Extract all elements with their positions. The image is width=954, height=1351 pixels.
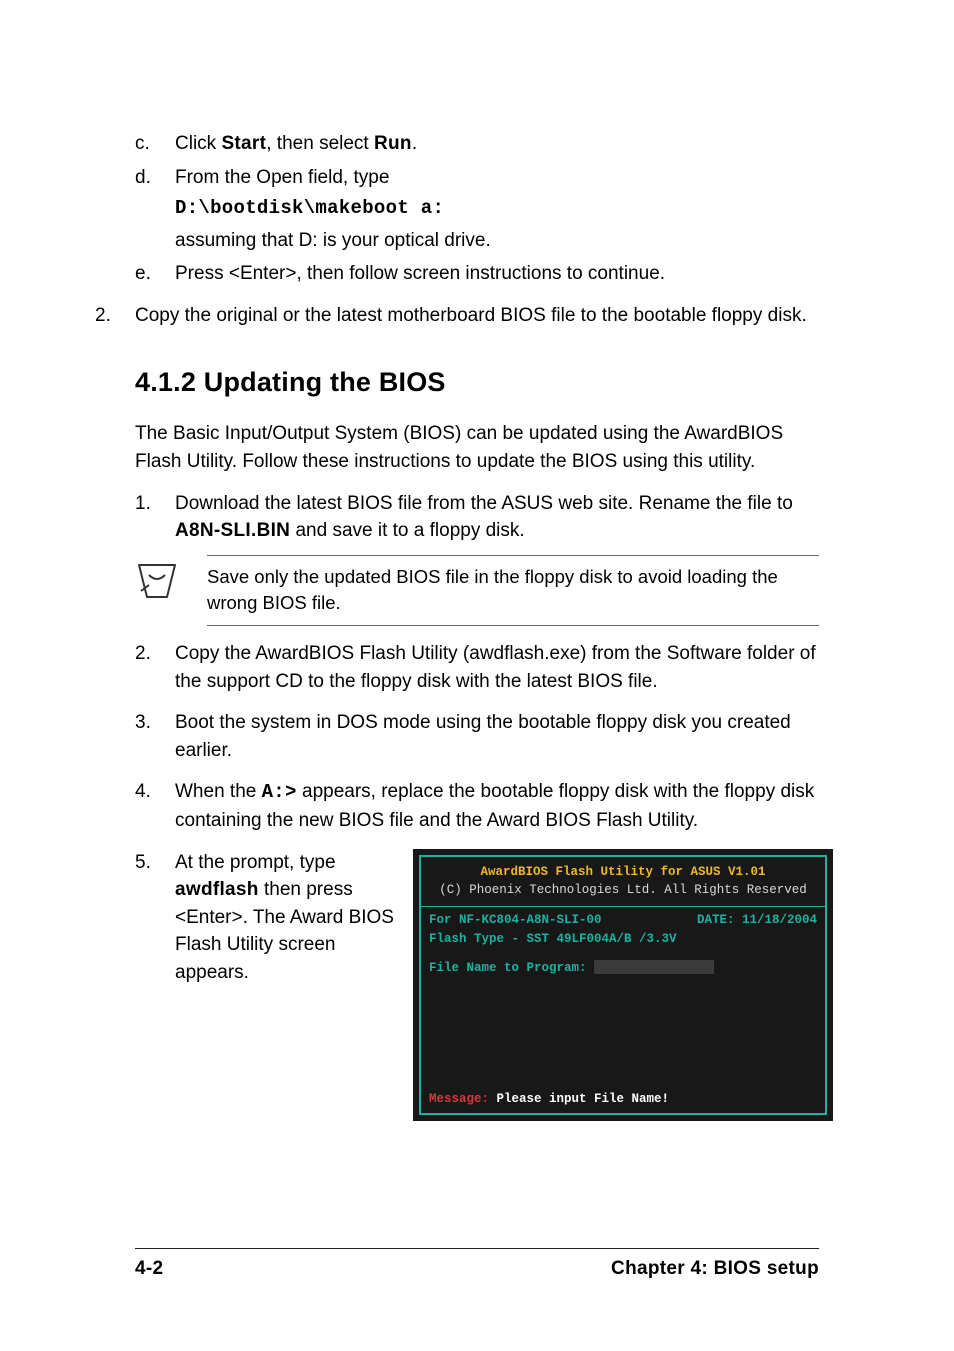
command-text: D:\bootdisk\makeboot a: (175, 195, 819, 223)
start-label: Start (221, 133, 266, 154)
text-segment: At the prompt, type (175, 852, 336, 873)
text-segment: Boot the system in DOS mode using the bo… (175, 712, 791, 761)
step-4: 4. When the A:> appears, replace the boo… (135, 778, 819, 834)
bios-date-label: DATE: (697, 913, 735, 927)
page-footer: 4-2 Chapter 4: BIOS setup (135, 1248, 819, 1283)
command-label: awdflash (175, 879, 259, 900)
step-marker: 1. (135, 490, 151, 518)
bios-prompt-row: File Name to Program: (429, 959, 817, 978)
text-segment: Press <Enter>, then follow screen instru… (175, 263, 665, 284)
step-marker: d. (135, 164, 151, 192)
text-segment: , then select (266, 133, 374, 154)
note-text: Save only the updated BIOS file in the f… (207, 555, 819, 627)
prompt-label: A:> (262, 781, 297, 803)
bios-filename-input[interactable] (594, 960, 714, 974)
bios-date: 11/18/2004 (742, 913, 817, 927)
step-marker: 2. (135, 640, 151, 668)
text-segment: Click (175, 133, 221, 154)
step-marker: 5. (135, 849, 151, 877)
bios-message-row: Message: Please input File Name! (429, 1090, 669, 1109)
intro-paragraph: The Basic Input/Output System (BIOS) can… (135, 420, 819, 475)
bios-screenshot: AwardBIOS Flash Utility for ASUS V1.01 (… (413, 849, 833, 1121)
page-content: c. Click Start, then select Run. d. From… (135, 130, 819, 1121)
text-segment: and save it to a floppy disk. (290, 520, 524, 541)
step-1: 1. Download the latest BIOS file from th… (135, 490, 819, 545)
bios-board-line: For NF-KC804-A8N-SLI-00 DATE: 11/18/2004 (429, 911, 817, 930)
bios-message-label: Message: (429, 1092, 489, 1106)
bios-board: For NF-KC804-A8N-SLI-00 (429, 913, 602, 927)
chapter-title: Chapter 4: BIOS setup (611, 1255, 819, 1283)
text-segment: . (412, 133, 417, 154)
step-2-top: 2. Copy the original or the latest mothe… (95, 302, 819, 330)
bios-message-text: Please input File Name! (497, 1092, 670, 1106)
step-d: d. From the Open field, type D:\bootdisk… (135, 164, 819, 255)
page-number: 4-2 (135, 1255, 163, 1283)
text-segment: assuming that D: is your optical drive. (175, 227, 819, 255)
step-marker: e. (135, 260, 151, 288)
step-3: 3. Boot the system in DOS mode using the… (135, 709, 819, 764)
text-segment: Copy the AwardBIOS Flash Utility (awdfla… (175, 643, 816, 692)
step-marker: 2. (95, 302, 111, 330)
step-marker: c. (135, 130, 150, 158)
bios-flash-type: Flash Type - SST 49LF004A/B /3.3V (429, 930, 817, 949)
run-label: Run (374, 133, 412, 154)
note-box: Save only the updated BIOS file in the f… (135, 555, 819, 627)
text-segment: Download the latest BIOS file from the A… (175, 493, 793, 514)
bios-title: AwardBIOS Flash Utility for ASUS V1.01 (429, 863, 817, 882)
text-segment: When the (175, 781, 262, 802)
section-heading: 4.1.2 Updating the BIOS (135, 363, 819, 402)
note-icon (135, 561, 179, 601)
step-c: c. Click Start, then select Run. (135, 130, 819, 158)
bios-copyright: (C) Phoenix Technologies Ltd. All Rights… (429, 881, 817, 900)
step-5: 5. At the prompt, type awdflash then pre… (135, 849, 819, 1121)
step-marker: 4. (135, 778, 151, 806)
text-segment: Copy the original or the latest motherbo… (135, 305, 807, 326)
step-e: e. Press <Enter>, then follow screen ins… (135, 260, 819, 288)
step-2: 2. Copy the AwardBIOS Flash Utility (awd… (135, 640, 819, 695)
filename-label: A8N-SLI.BIN (175, 520, 290, 541)
bios-prompt-label: File Name to Program: (429, 961, 587, 975)
text-segment: From the Open field, type (175, 167, 389, 188)
step-marker: 3. (135, 709, 151, 737)
